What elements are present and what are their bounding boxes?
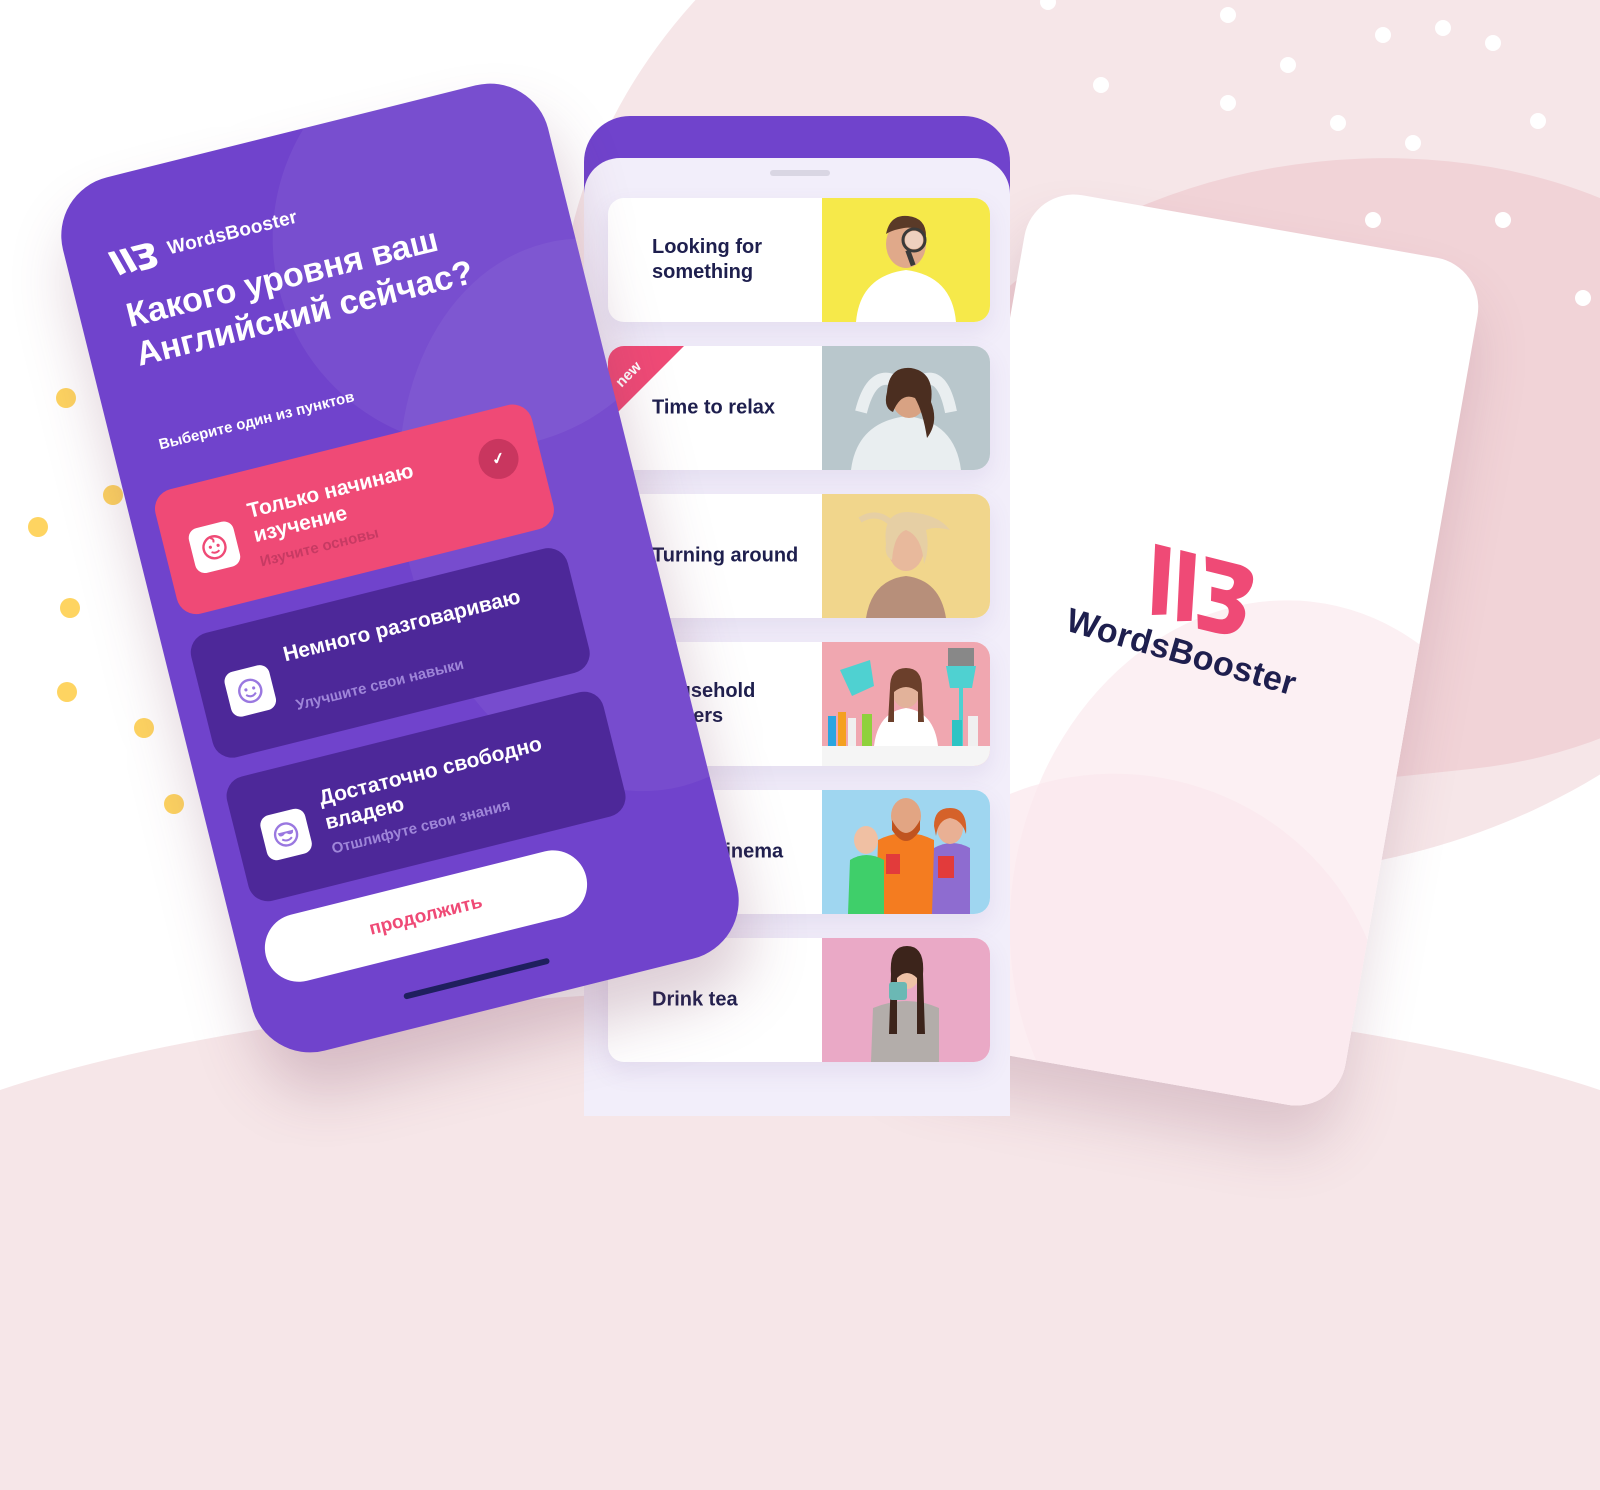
lesson-photo-man-with-magnifier	[822, 198, 990, 322]
decor-dot	[1485, 35, 1501, 51]
decor-dot	[1280, 57, 1296, 73]
decor-dot	[1575, 290, 1591, 306]
lesson-photo-woman-with-cleaning-tools	[822, 642, 990, 766]
decor-dot	[1330, 115, 1346, 131]
lesson-card[interactable]: Looking for something	[608, 198, 990, 322]
decor-dot	[1375, 27, 1391, 43]
decor-dot	[57, 682, 77, 702]
lesson-photo-family-with-popcorn	[822, 790, 990, 914]
lesson-photo-woman-relaxing	[822, 346, 990, 470]
lesson-title: Turning around	[652, 544, 799, 567]
person-illustration	[856, 215, 956, 322]
lesson-title: Time to relax	[652, 396, 776, 419]
decor-dot	[1365, 212, 1381, 228]
decor-dot	[60, 598, 80, 618]
decor-dot	[1220, 7, 1236, 23]
option-title: Немного разговариваю	[280, 585, 523, 667]
person-illustration	[871, 946, 939, 1062]
decor-dot	[1405, 135, 1421, 151]
decor-dot	[164, 794, 184, 814]
decor-dot	[1093, 77, 1109, 93]
decor-dot	[28, 517, 48, 537]
person-illustration	[858, 512, 950, 618]
decor-dot	[1530, 113, 1546, 129]
decor-dot	[56, 388, 76, 408]
decor-dot	[134, 718, 154, 738]
home-indicator	[403, 957, 551, 1000]
decor-dot	[103, 485, 123, 505]
lesson-photo-woman-hair-flip	[822, 494, 990, 618]
baby-face-icon	[186, 519, 243, 576]
splash-logo: WordsBooster	[1051, 521, 1333, 703]
lesson-title: Drink tea	[652, 988, 738, 1011]
lesson-photo-woman-drinking-tea	[822, 938, 990, 1062]
lesson-card[interactable]: new Time to relax	[608, 346, 990, 470]
person-illustration	[822, 648, 990, 766]
person-illustration	[848, 798, 970, 914]
smile-face-icon	[222, 662, 279, 719]
person-illustration	[851, 367, 961, 470]
option-subtitle: Улучшите свои навыки	[294, 655, 466, 714]
decor-dot	[1220, 95, 1236, 111]
decor-dot	[1435, 20, 1451, 36]
sunglasses-face-icon	[258, 806, 314, 863]
decor-dot	[1495, 212, 1511, 228]
instruction-text: Выберите один из пунктов	[157, 388, 356, 454]
sheet-grabber[interactable]	[770, 170, 830, 176]
lesson-title: Looking for something	[652, 236, 762, 283]
wordsbooster-logo-icon	[107, 243, 158, 276]
